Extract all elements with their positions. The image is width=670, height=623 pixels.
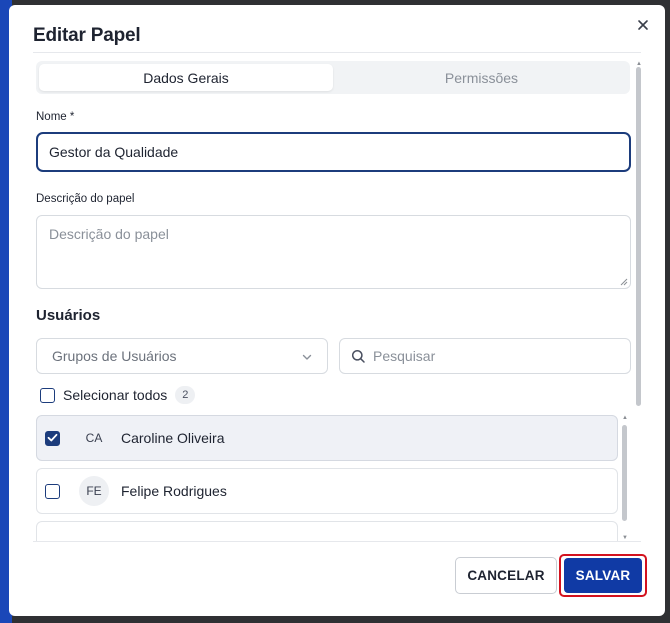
search-placeholder: Pesquisar: [373, 348, 436, 364]
close-icon[interactable]: [635, 17, 651, 33]
usuarios-title: Usuários: [36, 307, 101, 324]
scrollbar-thumb[interactable]: [622, 425, 627, 521]
descricao-label: Descrição do papel: [36, 193, 135, 205]
avatar: FE: [79, 476, 109, 506]
user-checkbox[interactable]: [45, 483, 60, 499]
select-all-check-box[interactable]: [40, 387, 55, 403]
nome-input-value: Gestor da Qualidade: [49, 144, 179, 160]
user-name: Caroline Oliveira: [121, 430, 225, 446]
scrollbar-thumb[interactable]: [636, 67, 641, 406]
descricao-placeholder: Descrição do papel: [49, 226, 169, 242]
footer-divider: [33, 541, 641, 542]
nome-input[interactable]: Gestor da Qualidade: [36, 132, 631, 172]
nome-label: Nome *: [36, 111, 75, 123]
search-input[interactable]: Pesquisar: [339, 338, 631, 374]
user-name: Felipe Rodrigues: [121, 483, 227, 499]
descricao-textarea[interactable]: Descrição do papel: [36, 215, 631, 289]
scroll-up-arrow-icon[interactable]: ▲: [620, 415, 630, 421]
user-groups-select[interactable]: Grupos de Usuários: [36, 338, 328, 374]
tab-permissoes[interactable]: Permissões: [336, 64, 627, 91]
list-item-partial[interactable]: [36, 521, 618, 541]
resize-handle-icon[interactable]: [620, 278, 628, 286]
select-all-label: Selecionar todos: [63, 387, 168, 403]
avatar: CA: [85, 431, 103, 445]
user-groups-placeholder: Grupos de Usuários: [52, 348, 177, 364]
list-item[interactable]: CA Caroline Oliveira: [36, 415, 618, 461]
select-all-checkbox[interactable]: Selecionar todos 2: [40, 386, 196, 404]
tab-bar: Dados Gerais Permissões: [36, 61, 630, 94]
dialog-scrollbar[interactable]: ▲: [634, 61, 644, 406]
edit-role-dialog: Editar Papel Dados Gerais Permissões Nom…: [9, 5, 665, 616]
check-icon: [47, 433, 57, 442]
tab-dados-gerais[interactable]: Dados Gerais: [39, 64, 333, 91]
search-icon: [351, 349, 365, 363]
user-list: CA Caroline Oliveira FE Felipe Rodrigues: [36, 415, 618, 541]
list-item[interactable]: FE Felipe Rodrigues: [36, 468, 618, 514]
user-count-badge: 2: [175, 386, 196, 404]
dialog-title: Editar Papel: [33, 25, 141, 46]
chevron-down-icon: [302, 354, 312, 360]
dialog-body: Dados Gerais Permissões Nome * Gestor da…: [9, 53, 665, 541]
user-checkbox[interactable]: [45, 430, 60, 446]
user-list-scrollbar[interactable]: ▲ ▼: [620, 415, 630, 541]
cancel-button[interactable]: CANCELAR: [455, 557, 557, 594]
save-button[interactable]: SALVAR: [564, 558, 642, 593]
